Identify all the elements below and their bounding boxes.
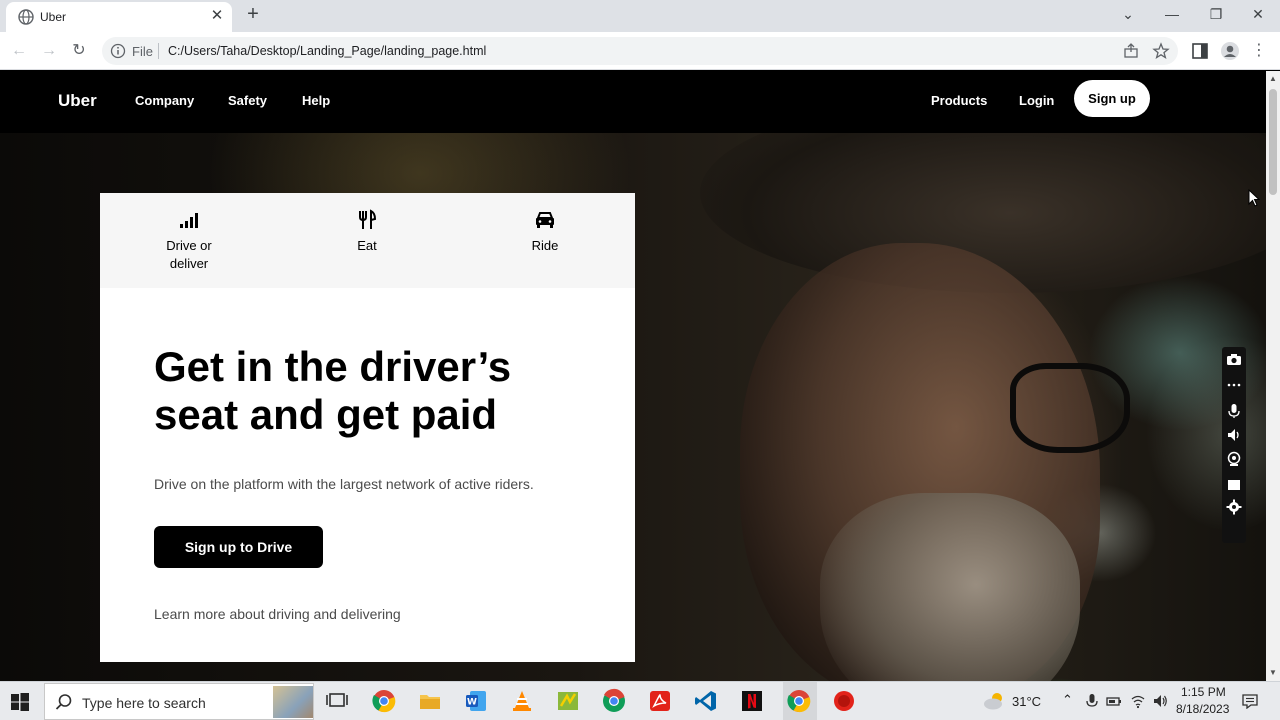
vertical-scrollbar[interactable]: ▲ ▼ [1266, 71, 1280, 681]
screen-icon[interactable] [1226, 477, 1242, 493]
speaker-icon[interactable] [1226, 427, 1242, 443]
tab-label: Eat [357, 238, 377, 253]
scheme-label: File [132, 44, 153, 59]
windows-start-icon[interactable] [10, 692, 30, 712]
hero-glasses-shape [1010, 363, 1130, 453]
weather-temp[interactable]: 31°C [1012, 694, 1041, 709]
chrome-active-icon[interactable] [786, 688, 812, 714]
nav-link-products[interactable]: Products [931, 93, 987, 108]
chrome-alt-icon[interactable] [601, 688, 627, 714]
tab-label: Drive or deliver [166, 238, 212, 271]
windows-taskbar: Type here to search W 31°C ⌃ 1:15 PM 8/1… [0, 681, 1280, 720]
clock-time[interactable]: 1:15 PM [1181, 685, 1226, 699]
search-placeholder: Type here to search [82, 695, 206, 711]
hero-headline: Get in the driver’s seat and get paid [154, 343, 512, 438]
browser-tab[interactable]: Uber ✕ [6, 2, 232, 32]
scroll-down-icon[interactable]: ▼ [1269, 669, 1277, 677]
nav-link-help[interactable]: Help [302, 93, 330, 108]
hero-card: Drive or deliver Eat Ride Get in the dri… [100, 193, 635, 662]
share-icon[interactable] [1122, 42, 1140, 60]
battery-icon[interactable] [1106, 693, 1122, 709]
netflix-icon[interactable] [739, 688, 765, 714]
tab-eat[interactable]: Eat [307, 209, 427, 255]
fork-knife-icon [359, 209, 377, 229]
hero-subtext: Drive on the platform with the largest n… [154, 476, 534, 492]
signup-to-drive-button[interactable]: Sign up to Drive [154, 526, 323, 568]
file-explorer-icon[interactable] [417, 688, 443, 714]
nav-link-company[interactable]: Company [135, 93, 194, 108]
tab-label: Ride [531, 238, 559, 253]
svg-text:W: W [467, 698, 477, 708]
nav-link-safety[interactable]: Safety [228, 93, 267, 108]
weather-cloud-icon[interactable] [982, 690, 1006, 712]
volume-icon[interactable] [1152, 693, 1168, 709]
task-view-icon[interactable] [324, 688, 350, 714]
tab-search-icon[interactable]: ⌄ [1106, 0, 1150, 30]
new-tab-icon[interactable]: + [242, 4, 264, 26]
web-page: Uber Company Safety Help Products Login … [0, 71, 1266, 681]
signup-button[interactable]: Sign up [1074, 80, 1150, 117]
app-icon[interactable] [555, 688, 581, 714]
wifi-icon[interactable] [1130, 693, 1146, 709]
hero-beard-shape [820, 493, 1080, 681]
recorder-icon[interactable] [831, 688, 857, 714]
vlc-icon[interactable] [509, 688, 535, 714]
kebab-menu-icon[interactable]: ⋮ [1248, 40, 1270, 62]
profile-icon[interactable] [1220, 41, 1240, 61]
vscode-icon[interactable] [693, 688, 719, 714]
omnibox[interactable]: File C:/Users/Taha/Desktop/Landing_Page/… [102, 37, 1178, 65]
nav-link-login[interactable]: Login [1019, 93, 1054, 108]
back-icon[interactable]: ← [8, 40, 30, 62]
info-icon[interactable] [110, 43, 126, 59]
chrome-icon[interactable] [371, 688, 397, 714]
card-tab-bar: Drive or deliver Eat Ride [100, 193, 635, 288]
camera-icon[interactable] [1226, 351, 1242, 367]
word-icon[interactable]: W [463, 688, 489, 714]
car-icon [536, 212, 554, 228]
gear-icon[interactable] [1226, 499, 1242, 515]
window-close-icon[interactable]: ✕ [1236, 0, 1280, 30]
mouse-cursor-icon [1248, 189, 1260, 207]
chevron-up-icon[interactable]: ⌃ [1062, 692, 1073, 708]
search-icon [55, 694, 72, 710]
scrollbar-thumb[interactable] [1269, 89, 1277, 195]
reload-icon[interactable]: ↻ [68, 40, 90, 62]
more-dots-icon[interactable] [1226, 377, 1242, 393]
search-highlight-image [273, 686, 313, 718]
taskbar-search[interactable]: Type here to search [44, 683, 314, 720]
site-navbar: Uber Company Safety Help Products Login … [0, 71, 1266, 133]
bookmark-star-icon[interactable] [1152, 42, 1170, 60]
tab-ride[interactable]: Ride [485, 209, 605, 255]
scroll-up-icon[interactable]: ▲ [1269, 75, 1277, 83]
url-text[interactable]: C:/Users/Taha/Desktop/Landing_Page/landi… [168, 44, 486, 58]
browser-tab-strip: Uber ✕ + ⌄ — ❐ ✕ [0, 0, 1280, 32]
webcam-icon[interactable] [1226, 451, 1242, 467]
learn-more-link[interactable]: Learn more about driving and delivering [154, 606, 401, 622]
recorder-toolbar [1222, 347, 1246, 543]
tab-title: Uber [40, 10, 67, 24]
close-tab-icon[interactable]: ✕ [208, 7, 226, 25]
mic-tray-icon[interactable] [1084, 693, 1100, 709]
address-bar-row: ← → ↻ File C:/Users/Taha/Desktop/Landing… [0, 32, 1280, 70]
minimize-icon[interactable]: — [1150, 0, 1194, 30]
notification-icon[interactable] [1242, 693, 1258, 709]
brand-logo[interactable]: Uber [58, 91, 97, 111]
restore-icon[interactable]: ❐ [1194, 0, 1238, 30]
omnibox-divider [158, 43, 159, 59]
tab-drive-or-deliver[interactable]: Drive or deliver [129, 209, 249, 273]
globe-icon [18, 9, 34, 25]
forward-icon[interactable]: → [38, 40, 60, 62]
signal-bars-icon [180, 213, 198, 228]
side-panel-icon[interactable] [1190, 41, 1210, 61]
microphone-icon[interactable] [1226, 403, 1242, 419]
clock-date[interactable]: 8/18/2023 [1176, 702, 1229, 716]
acrobat-icon[interactable] [647, 688, 673, 714]
